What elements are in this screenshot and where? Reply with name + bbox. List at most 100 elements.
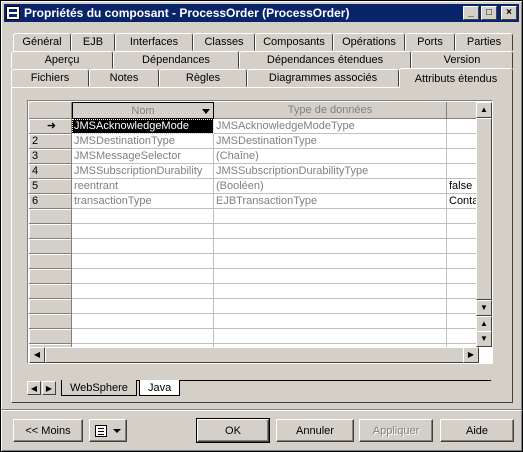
close-button[interactable]: × — [501, 6, 517, 20]
column-header-type[interactable]: Type de données — [214, 102, 447, 119]
row-header[interactable] — [29, 284, 72, 299]
row-header[interactable]: 2 — [29, 134, 72, 149]
tab-parties[interactable]: Parties — [455, 33, 513, 51]
row-header[interactable] — [29, 329, 72, 344]
vertical-scroll-thumb[interactable] — [476, 118, 492, 300]
value-cell[interactable] — [447, 254, 479, 269]
name-cell[interactable] — [72, 224, 214, 239]
value-cell[interactable]: false — [447, 179, 479, 194]
empty-row[interactable] — [29, 329, 479, 344]
type-cell[interactable]: (Booléen) — [214, 179, 447, 194]
table-row[interactable]: 6 transactionType EJBTransactionType Con… — [29, 194, 479, 209]
name-cell[interactable] — [72, 314, 214, 329]
type-cell[interactable] — [214, 314, 447, 329]
tab-apercu[interactable]: Aperçu — [11, 51, 113, 69]
value-cell[interactable] — [447, 119, 479, 134]
name-cell[interactable] — [72, 329, 214, 344]
type-cell[interactable]: JMSAcknowledgeModeType — [214, 119, 447, 134]
row-header[interactable]: 6 — [29, 194, 72, 209]
row-header[interactable] — [29, 299, 72, 314]
scroll-up-icon[interactable]: ▲ — [476, 102, 492, 118]
row-header[interactable] — [29, 224, 72, 239]
type-cell[interactable]: JMSDestinationType — [214, 134, 447, 149]
row-header[interactable] — [29, 314, 72, 329]
scroll-down-small-icon[interactable]: ▼ — [476, 331, 492, 347]
empty-row[interactable] — [29, 314, 479, 329]
value-cell[interactable] — [447, 149, 479, 164]
sheet-tab-java[interactable]: Java — [139, 380, 181, 396]
value-cell[interactable] — [447, 134, 479, 149]
sheet-prev-icon[interactable]: ◀ — [27, 381, 41, 395]
type-cell[interactable] — [214, 209, 447, 224]
tab-attributs-etendus[interactable]: Attributs étendus — [399, 68, 513, 88]
name-cell[interactable]: transactionType — [72, 194, 214, 209]
type-cell[interactable]: (Chaîne) — [214, 149, 447, 164]
name-cell[interactable]: JMSSubscriptionDurability — [72, 164, 214, 179]
tab-operations[interactable]: Opérations — [333, 33, 405, 51]
title-bar[interactable]: Propriétés du composant - ProcessOrder (… — [4, 4, 519, 22]
vertical-scrollbar[interactable]: ▲ ▼ ▲ ▼ — [476, 102, 492, 347]
name-cell[interactable] — [72, 299, 214, 314]
tab-dependances-etendues[interactable]: Dépendances étendues — [239, 51, 411, 69]
type-cell[interactable] — [214, 224, 447, 239]
table-row[interactable]: 3 JMSMessageSelector (Chaîne) — [29, 149, 479, 164]
horizontal-scrollbar[interactable]: ◀ ▶ — [29, 347, 479, 363]
type-cell[interactable] — [214, 254, 447, 269]
sheet-tab-websphere[interactable]: WebSphere — [61, 380, 137, 396]
tab-general[interactable]: Général — [13, 33, 71, 51]
empty-row[interactable] — [29, 299, 479, 314]
empty-row[interactable] — [29, 254, 479, 269]
scroll-up-small-icon[interactable]: ▲ — [476, 316, 492, 332]
tab-ejb[interactable]: EJB — [71, 33, 115, 51]
tab-version[interactable]: Version — [411, 51, 513, 69]
value-cell[interactable] — [447, 314, 479, 329]
type-cell[interactable]: EJBTransactionType — [214, 194, 447, 209]
maximize-button[interactable]: □ — [481, 6, 497, 20]
empty-row[interactable] — [29, 224, 479, 239]
value-cell[interactable] — [447, 239, 479, 254]
row-header[interactable]: ➜ — [29, 119, 72, 134]
type-cell[interactable] — [214, 239, 447, 254]
type-cell[interactable] — [214, 269, 447, 284]
sheet-next-icon[interactable]: ▶ — [42, 381, 56, 395]
name-cell[interactable]: JMSDestinationType — [72, 134, 214, 149]
empty-row[interactable] — [29, 284, 479, 299]
value-cell[interactable] — [447, 224, 479, 239]
scroll-down-icon[interactable]: ▼ — [476, 300, 492, 316]
tab-fichiers[interactable]: Fichiers — [11, 69, 89, 87]
row-header[interactable] — [29, 269, 72, 284]
value-cell[interactable] — [447, 269, 479, 284]
tab-diagrammes-associes[interactable]: Diagrammes associés — [247, 69, 399, 87]
name-cell[interactable] — [72, 284, 214, 299]
row-header[interactable] — [29, 239, 72, 254]
value-cell[interactable] — [447, 329, 479, 344]
tab-notes[interactable]: Notes — [89, 69, 159, 87]
name-cell[interactable]: JMSAcknowledgeMode — [72, 119, 214, 134]
value-cell[interactable] — [447, 164, 479, 179]
column-header-nom[interactable]: Nom — [72, 102, 214, 119]
less-button[interactable]: << Moins — [13, 419, 83, 442]
type-cell[interactable] — [214, 299, 447, 314]
apply-button[interactable]: Appliquer — [359, 419, 433, 442]
tab-ports[interactable]: Ports — [405, 33, 455, 51]
sort-arrow-icon[interactable] — [202, 109, 210, 114]
tab-dependances[interactable]: Dépendances — [113, 51, 239, 69]
scroll-left-icon[interactable]: ◀ — [29, 347, 45, 363]
type-cell[interactable] — [214, 284, 447, 299]
empty-row[interactable] — [29, 209, 479, 224]
empty-row[interactable] — [29, 269, 479, 284]
type-cell[interactable] — [214, 329, 447, 344]
tab-classes[interactable]: Classes — [193, 33, 255, 51]
tab-regles[interactable]: Règles — [159, 69, 247, 87]
row-header[interactable]: 4 — [29, 164, 72, 179]
value-cell[interactable] — [447, 299, 479, 314]
name-cell[interactable] — [72, 269, 214, 284]
row-header[interactable]: 5 — [29, 179, 72, 194]
name-cell[interactable] — [72, 209, 214, 224]
list-menu-button[interactable] — [89, 419, 127, 442]
tab-interfaces[interactable]: Interfaces — [115, 33, 193, 51]
help-button[interactable]: Aide — [440, 419, 514, 442]
type-cell[interactable]: JMSSubscriptionDurabilityType — [214, 164, 447, 179]
table-row[interactable]: 5 reentrant (Booléen) false — [29, 179, 479, 194]
table-row[interactable]: ➜ JMSAcknowledgeMode JMSAcknowledgeModeT… — [29, 119, 479, 134]
